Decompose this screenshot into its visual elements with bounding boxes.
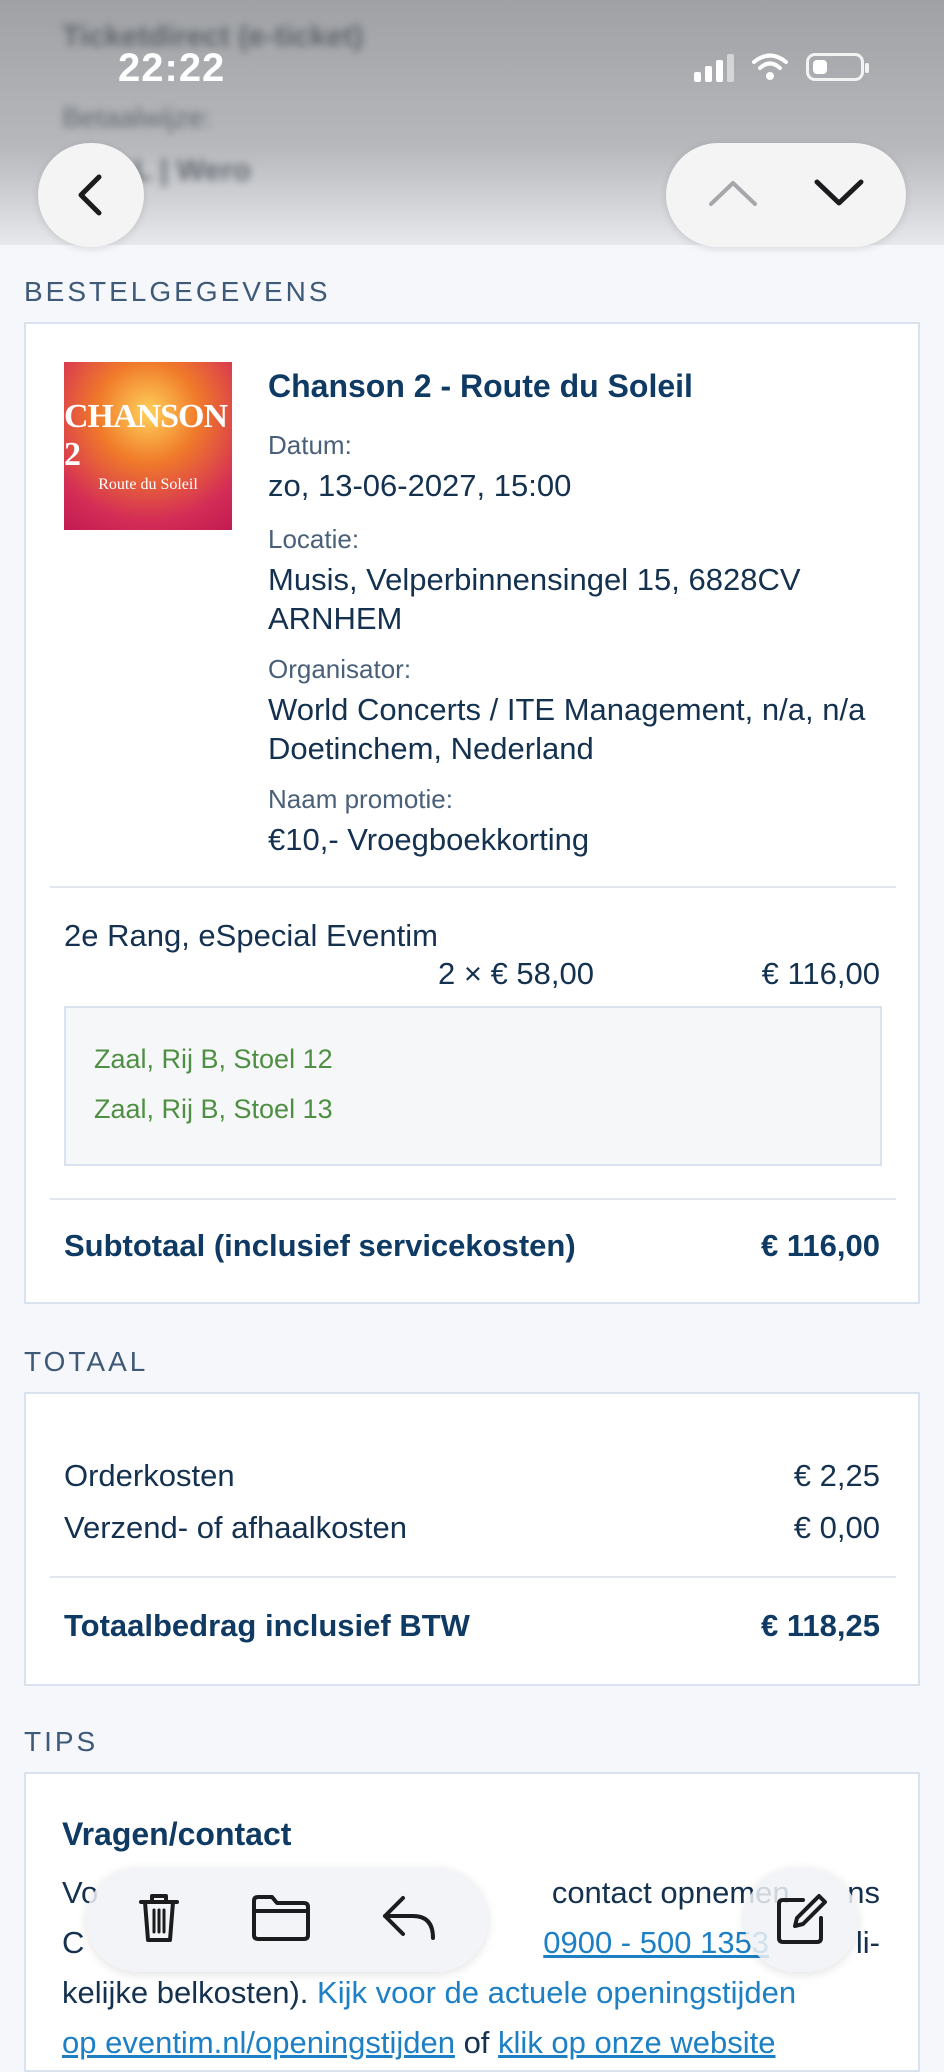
opening-hours-link[interactable]: Kijk voor de actuele openingstijden [317, 1975, 796, 2010]
date-value: zo, 13-06-2027, 15:00 [268, 468, 572, 503]
date-label: Datum: [268, 430, 352, 460]
contact-text-fragment: li- [855, 1925, 880, 1960]
event-poster: CHANSON 2 Route du Soleil [64, 362, 232, 530]
delete-button[interactable] [135, 1890, 183, 1951]
order-card: CHANSON 2 Route du Soleil Chanson 2 - Ro… [24, 322, 920, 1304]
contact-text-fragment: kelijke belkosten). [62, 1975, 309, 2010]
poster-subtitle: Route du Soleil [98, 476, 198, 493]
contact-title: Vragen/contact [62, 1816, 292, 1852]
total-card: Orderkosten € 2,25 Verzend- of afhaalkos… [24, 1392, 920, 1686]
location-value: Musis, Velperbinnensingel 15, 6828CV ARN… [268, 562, 801, 636]
opening-hours-url-link[interactable]: op eventim.nl/openingstijden [62, 2025, 455, 2060]
ticket-category: 2e Rang, eSpecial Eventim [64, 918, 438, 953]
blurred-payment-label: Betaalwijze: [62, 102, 212, 133]
organizer-value: World Concerts / ITE Management, n/a, n/… [268, 692, 866, 766]
divider [50, 1198, 896, 1200]
status-icons [694, 52, 869, 82]
status-time: 22:22 [118, 46, 226, 90]
total-label: Totaalbedrag inclusief BTW [64, 1608, 470, 1643]
phone-link[interactable]: 0900 - 500 1353 [543, 1918, 769, 1968]
promo-value: €10,- Vroegboekkorting [268, 822, 590, 857]
tips-section-heading: TIPS [24, 1726, 99, 1757]
seat-list: Zaal, Rij B, Stoel 12 Zaal, Rij B, Stoel… [64, 1006, 882, 1166]
reply-icon [382, 1895, 435, 1940]
compose-button[interactable] [744, 1868, 858, 1972]
folder-icon [251, 1894, 310, 1941]
chevron-down-icon [814, 179, 864, 205]
poster-title: CHANSON 2 [64, 398, 228, 473]
divider [50, 1576, 896, 1578]
battery-icon [806, 53, 869, 81]
seat-item: Zaal, Rij B, Stoel 12 [94, 1044, 333, 1074]
wifi-icon [752, 53, 788, 80]
location-label: Locatie: [268, 524, 360, 554]
order-costs-value: € 2,25 [793, 1458, 880, 1493]
order-costs-label: Orderkosten [64, 1458, 235, 1493]
contact-text-fragment: C [62, 1925, 85, 1960]
chevron-left-icon [78, 174, 102, 216]
message-nav [666, 143, 906, 247]
subtotal-value: € 116,00 [761, 1228, 880, 1263]
seat-item: Zaal, Rij B, Stoel 13 [94, 1094, 333, 1124]
divider [50, 886, 896, 888]
trash-icon [139, 1893, 180, 1942]
total-value: € 118,25 [761, 1608, 880, 1643]
back-button[interactable] [38, 143, 144, 247]
cellular-signal-icon [694, 52, 734, 82]
previous-button[interactable] [706, 176, 760, 215]
website-link[interactable]: klik op onze website [498, 2025, 775, 2060]
ticket-line-total: € 116,00 [761, 956, 880, 991]
shipping-label: Verzend- of afhaalkosten [64, 1510, 407, 1545]
order-section-heading: BESTELGEGEVENS [24, 276, 331, 307]
chevron-up-icon [709, 180, 757, 206]
contact-line: kelijke belkosten). Kijk voor de actuele… [62, 1968, 880, 2018]
contact-line: op eventim.nl/openingstijden of klik op … [62, 2018, 880, 2068]
next-button[interactable] [812, 176, 866, 215]
organizer-label: Organisator: [268, 654, 412, 684]
total-section-heading: TOTAAL [24, 1346, 149, 1377]
promo-label: Naam promotie: [268, 784, 453, 814]
subtotal-label: Subtotaal (inclusief servicekosten) [64, 1228, 576, 1263]
ticket-quantity-price: 2 × € 58,00 [438, 956, 594, 991]
contact-text-fragment: of [463, 2025, 490, 2060]
mail-toolbar [86, 1868, 488, 1972]
shipping-value: € 0,00 [793, 1510, 880, 1545]
event-title: Chanson 2 - Route du Soleil [268, 368, 693, 404]
reply-button[interactable] [379, 1892, 439, 1949]
compose-icon [777, 1894, 827, 1944]
move-to-folder-button[interactable] [250, 1893, 312, 1948]
